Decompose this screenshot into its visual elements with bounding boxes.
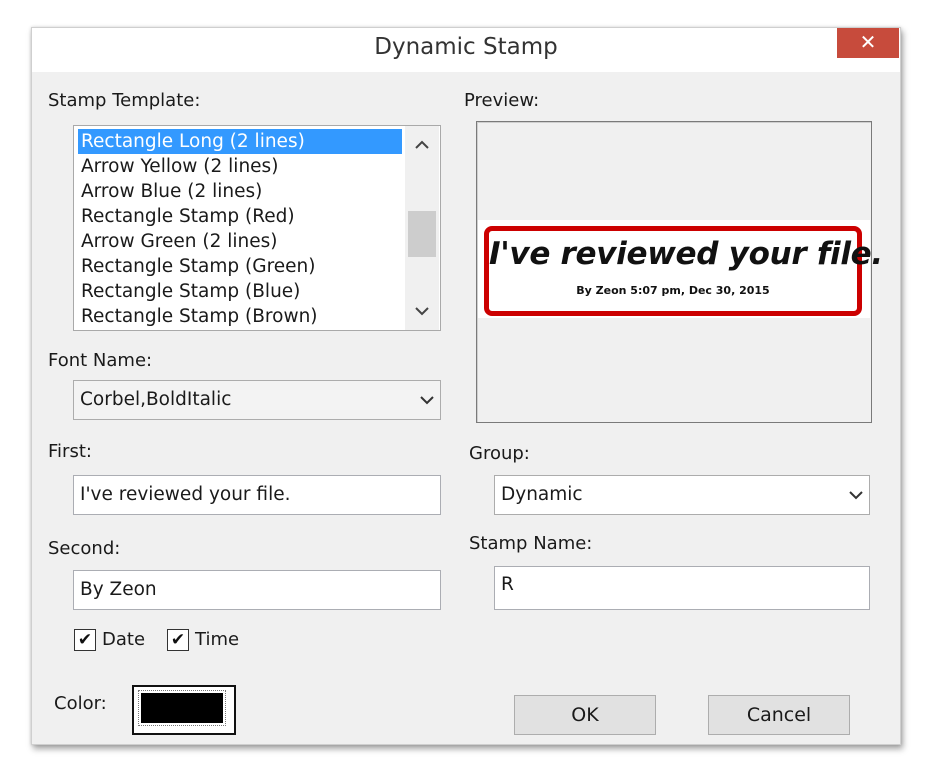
first-line-value: I've reviewed your file. <box>80 484 291 505</box>
stamp-preview-area: I've reviewed your file. By Zeon 5:07 pm… <box>478 220 883 318</box>
chevron-down-icon <box>420 381 434 419</box>
stamp-template-list[interactable]: Rectangle Long (2 lines) Arrow Yellow (2… <box>73 125 441 331</box>
second-line-value: By Zeon <box>80 579 157 600</box>
time-checkbox-label[interactable]: Time <box>195 629 239 650</box>
stamp-name-value: R <box>501 574 514 595</box>
color-label: Color: <box>54 693 107 714</box>
list-item[interactable]: Rectangle Stamp (Blue) <box>78 279 303 304</box>
close-icon: ✕ <box>859 30 877 54</box>
checkmark-icon: ✔ <box>77 630 93 650</box>
ok-button[interactable]: OK <box>514 695 656 735</box>
stamp-first-line: I've reviewed your file. <box>489 236 883 272</box>
stamp-preview: I've reviewed your file. By Zeon 5:07 pm… <box>476 121 883 423</box>
stamp-name-input[interactable]: R <box>494 566 870 610</box>
date-checkbox-label[interactable]: Date <box>102 629 145 650</box>
group-select[interactable]: Dynamic <box>494 475 870 515</box>
scroll-down-icon[interactable] <box>405 296 439 326</box>
title-bar[interactable]: Dynamic Stamp ✕ <box>32 28 900 72</box>
first-label: First: <box>48 441 92 462</box>
list-item[interactable]: Rectangle Stamp (Green) <box>78 254 318 279</box>
list-item[interactable]: Rectangle Stamp (Brown) <box>78 304 321 329</box>
group-label: Group: <box>469 443 530 464</box>
close-button[interactable]: ✕ <box>837 28 899 58</box>
cancel-button[interactable]: Cancel <box>708 695 850 735</box>
scroll-thumb[interactable] <box>408 211 436 257</box>
list-item[interactable]: Arrow Yellow (2 lines) <box>78 154 281 179</box>
scroll-up-icon[interactable] <box>405 130 439 160</box>
date-checkbox[interactable]: ✔ <box>74 629 96 651</box>
chevron-down-icon <box>849 476 863 514</box>
dynamic-stamp-dialog: Dynamic Stamp ✕ Stamp Template: Rectangl… <box>31 27 901 745</box>
stamp-name-label: Stamp Name: <box>469 533 593 554</box>
font-name-label: Font Name: <box>48 350 153 371</box>
font-name-select[interactable]: Corbel,BoldItalic <box>73 380 441 420</box>
preview-label: Preview: <box>464 90 540 111</box>
checkmark-icon: ✔ <box>170 630 186 650</box>
color-swatch <box>138 690 226 726</box>
time-checkbox[interactable]: ✔ <box>167 629 189 651</box>
group-value: Dynamic <box>501 484 583 505</box>
first-line-input[interactable]: I've reviewed your file. <box>73 475 441 515</box>
font-name-value: Corbel,BoldItalic <box>80 389 232 410</box>
stamp-graphic: I've reviewed your file. By Zeon 5:07 pm… <box>484 226 883 316</box>
second-label: Second: <box>48 538 121 559</box>
stamp-second-line: By Zeon 5:07 pm, Dec 30, 2015 <box>576 284 770 297</box>
color-picker-button[interactable] <box>132 685 236 735</box>
list-scrollbar[interactable] <box>405 126 439 330</box>
list-item[interactable]: Rectangle Stamp (Red) <box>78 204 298 229</box>
stamp-template-label: Stamp Template: <box>48 90 201 111</box>
list-item[interactable]: Arrow Green (2 lines) <box>78 229 280 254</box>
second-line-input[interactable]: By Zeon <box>73 570 441 610</box>
dialog-title: Dynamic Stamp <box>374 34 558 60</box>
list-item[interactable]: Rectangle Long (2 lines) <box>78 129 402 154</box>
list-item[interactable]: Arrow Blue (2 lines) <box>78 179 265 204</box>
